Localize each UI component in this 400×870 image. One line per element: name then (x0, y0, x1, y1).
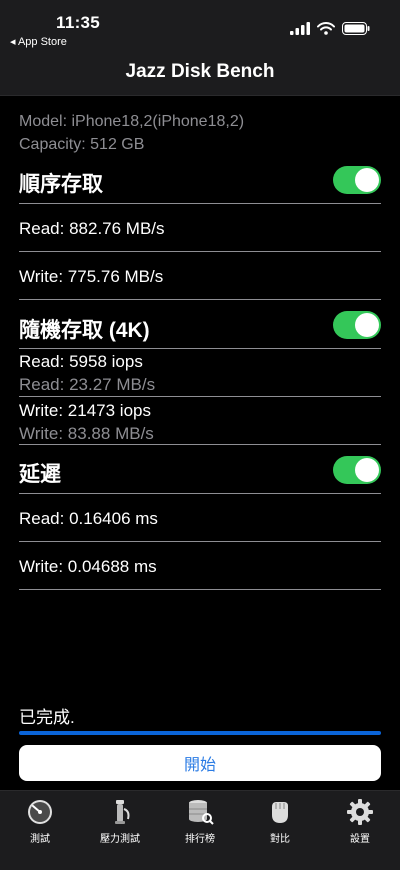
divider (19, 589, 381, 590)
tab-compare[interactable]: 對比 (240, 791, 320, 870)
tab-label: 對比 (270, 834, 290, 845)
toggle-knob (355, 168, 379, 192)
toggle-knob (355, 313, 379, 337)
divider (19, 541, 381, 542)
cellular-signal-icon (290, 21, 310, 35)
latency-read-value: Read: 0.16406 ms (19, 509, 158, 528)
tab-label: 測試 (30, 834, 50, 845)
battery-icon (342, 21, 370, 35)
random-toggle[interactable] (333, 311, 381, 339)
tab-settings[interactable]: 設置 (320, 791, 400, 870)
page-title: Jazz Disk Bench (125, 61, 275, 82)
device-capacity: Capacity: 512 GB (19, 136, 145, 153)
latency-write-value: Write: 0.04688 ms (19, 557, 157, 576)
random-read-iops: Read: 5958 iops (19, 352, 143, 371)
tab-leaderboard[interactable]: 排行榜 (160, 791, 240, 870)
sequential-write-value: Write: 775.76 MB/s (19, 267, 164, 286)
latency-section-title: 延遲 (19, 463, 61, 486)
wifi-icon (317, 21, 335, 35)
random-section-title: 隨機存取 (4K) (19, 319, 150, 342)
tab-label: 壓力測試 (100, 834, 140, 845)
toggle-knob (355, 458, 379, 482)
divider (19, 299, 381, 300)
tab-label: 排行榜 (185, 834, 215, 845)
latency-toggle[interactable] (333, 456, 381, 484)
divider (19, 396, 381, 397)
pressure-icon (115, 800, 130, 824)
database-search-icon (189, 800, 214, 825)
back-to-app-store-link[interactable]: ◂ App Store (10, 35, 67, 48)
sequential-section-title: 順序存取 (19, 173, 103, 196)
tab-label: 設置 (350, 834, 370, 845)
speedometer-icon (28, 800, 52, 824)
divider (19, 444, 381, 445)
device-model: Model: iPhone18,2(iPhone18,2) (19, 113, 245, 130)
progress-bar (19, 731, 381, 735)
status-message: 已完成. (19, 708, 75, 727)
tab-test[interactable]: 測試 (0, 791, 80, 870)
gear-icon (347, 799, 373, 825)
random-read-mbs: Read: 23.27 MB/s (19, 375, 156, 394)
divider (19, 493, 381, 494)
sequential-toggle[interactable] (333, 166, 381, 194)
fist-icon (272, 802, 288, 823)
sequential-read-value: Read: 882.76 MB/s (19, 219, 165, 238)
divider (19, 203, 381, 204)
divider (19, 348, 381, 349)
random-write-iops: Write: 21473 iops (19, 401, 151, 420)
tab-bar: 測試 壓力測試 排行榜 對比 設置 (0, 790, 400, 870)
status-time: 11:35 (56, 13, 101, 32)
status-bar: 11:35 ◂ App Store (0, 0, 400, 50)
tab-stress-test[interactable]: 壓力測試 (80, 791, 160, 870)
start-button[interactable]: 開始 (19, 745, 381, 781)
status-icons (290, 20, 370, 36)
navigation-bar: Jazz Disk Bench (0, 50, 400, 96)
divider (19, 251, 381, 252)
random-write-mbs: Write: 83.88 MB/s (19, 424, 154, 443)
